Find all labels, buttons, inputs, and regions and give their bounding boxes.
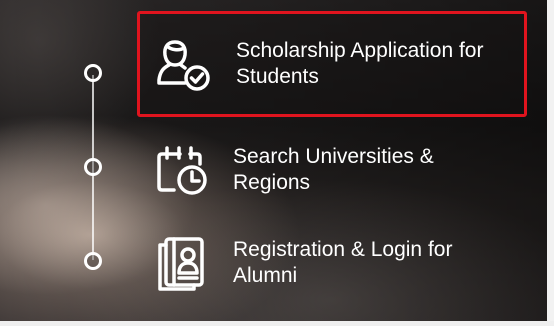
id-card-icon <box>149 230 215 296</box>
right-frame-border <box>547 0 554 326</box>
bottom-frame-border <box>0 321 554 326</box>
timeline-node-2 <box>84 158 102 176</box>
hero-menu-panel: Scholarship Application for Students Sea… <box>0 0 554 326</box>
menu-item-alumni-registration[interactable]: Registration & Login for Alumni <box>137 210 527 316</box>
menu-item-label: Registration & Login for Alumni <box>233 238 453 287</box>
menu-item-search-universities[interactable]: Search Universities & Regions <box>137 117 527 223</box>
user-check-icon <box>152 31 218 97</box>
timeline-node-1 <box>84 64 102 82</box>
menu-item-scholarship-application[interactable]: Scholarship Application for Students <box>137 11 527 117</box>
menu-item-label: Scholarship Application for Students <box>236 39 484 88</box>
timeline-node-3 <box>84 252 102 270</box>
menu-item-label: Search Universities & Regions <box>233 145 434 194</box>
calendar-clock-icon <box>149 137 215 203</box>
